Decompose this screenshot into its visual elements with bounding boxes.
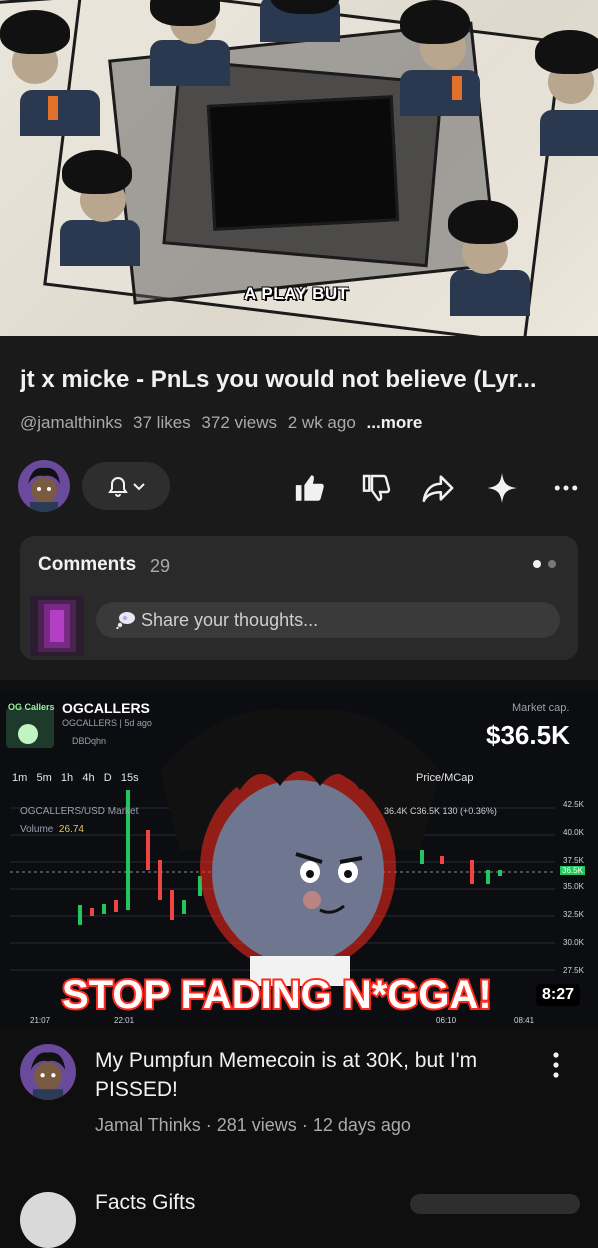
- y-tick: 35.0K: [563, 882, 584, 891]
- volume-row: Volume 26.74: [20, 824, 84, 835]
- thumbs-down-icon: [362, 474, 391, 502]
- x-tick: 21:07: [30, 1016, 51, 1025]
- project-subtitle: OGCALLERS | 5d ago: [62, 718, 152, 728]
- character-figure: [452, 76, 462, 100]
- project-user: DBDqhn: [72, 736, 107, 746]
- more-vertical-icon: [553, 1052, 559, 1078]
- share-button[interactable]: [418, 468, 458, 508]
- video-player[interactable]: A PLAY BUT: [0, 0, 598, 336]
- channel-avatar[interactable]: [20, 1044, 76, 1100]
- character-figure: [450, 270, 530, 316]
- channel-avatar[interactable]: [18, 460, 70, 512]
- more-actions-button[interactable]: [546, 468, 586, 508]
- channel-handle[interactable]: @jamalthinks: [20, 413, 122, 432]
- timeframe-list: 1m 5m 1h 4h D 15s: [12, 772, 139, 784]
- y-tick: 42.5K: [563, 800, 584, 809]
- sparkle-icon: [487, 473, 517, 503]
- character-figure: [400, 0, 470, 44]
- x-tick: 22:01: [114, 1016, 135, 1025]
- character-figure: [60, 220, 140, 266]
- character-figure: [535, 30, 598, 74]
- y-tick: 27.5K: [563, 966, 584, 975]
- share-icon: [422, 475, 454, 503]
- comment-placeholder: Share your thoughts...: [141, 610, 319, 630]
- notification-button[interactable]: [82, 462, 170, 510]
- market-cap-label: Market cap.: [512, 702, 570, 714]
- character-figure: [540, 110, 598, 156]
- logo-text: OG Callers: [8, 702, 55, 712]
- recommended-thumbnail[interactable]: STOP FADING N*GGA! OG Callers OGCALLERS …: [0, 690, 598, 1026]
- ask-ai-button[interactable]: [482, 468, 522, 508]
- view-count: 372 views: [201, 413, 278, 432]
- carousel-dot: [548, 560, 556, 568]
- y-tick: 30.0K: [563, 938, 584, 947]
- video-metadata[interactable]: @jamalthinks 37 likes 372 views 2 wk ago…: [20, 413, 428, 433]
- bell-icon: [108, 477, 145, 497]
- next-video-title[interactable]: Facts Gifts: [95, 1191, 195, 1215]
- recommended-metadata: Jamal Thinks · 281 views · 12 days ago: [95, 1115, 411, 1135]
- thumbs-up-icon: [295, 475, 324, 501]
- character-figure: [0, 10, 70, 54]
- recommended-title[interactable]: My Pumpfun Memecoin is at 30K, but I'm P…: [95, 1046, 525, 1104]
- upload-age: 2 wk ago: [287, 413, 356, 432]
- dislike-button[interactable]: [356, 468, 396, 508]
- character-figure: [150, 0, 220, 26]
- comments-count: 29: [150, 556, 171, 576]
- character-figure: [400, 70, 480, 116]
- price-toggle: Price/MCap: [416, 772, 474, 784]
- comments-title: Comments: [38, 554, 137, 575]
- cartoon-character: [160, 708, 440, 986]
- like-button[interactable]: [290, 468, 330, 508]
- carousel-dot-active: [533, 560, 541, 568]
- character-figure: [448, 200, 518, 244]
- project-name: OGCALLERS: [62, 700, 150, 716]
- thought-bubble-icon: [116, 612, 135, 629]
- character-figure: [48, 96, 58, 120]
- y-tick: 40.0K: [563, 828, 584, 837]
- video-caption: A PLAY BUT: [244, 284, 349, 303]
- more-link[interactable]: ...more: [367, 413, 423, 432]
- y-tick-current: 36.5K: [560, 866, 585, 875]
- user-avatar: [30, 590, 84, 656]
- character-figure: [150, 40, 230, 86]
- video-title[interactable]: jt x micke - PnLs you would not believe …: [20, 366, 585, 394]
- character-figure: [20, 90, 100, 136]
- next-channel-avatar[interactable]: [20, 1192, 76, 1248]
- x-tick: 06:10: [436, 1016, 457, 1025]
- svg-text:STOP FADING N*GGA!: STOP FADING N*GGA!: [62, 973, 492, 1017]
- next-action-button[interactable]: [410, 1194, 580, 1214]
- x-tick: 08:41: [514, 1016, 535, 1025]
- y-tick: 37.5K: [563, 856, 584, 865]
- more-horizontal-icon: [554, 485, 578, 491]
- video-frame-layer: [206, 95, 400, 231]
- ohlc-readout: 36.4K C36.5K 130 (+0.36%): [384, 806, 497, 816]
- pair-label: OGCALLERS/USD Market: [20, 806, 139, 817]
- like-count: 37 likes: [133, 413, 191, 432]
- y-tick: 32.5K: [563, 910, 584, 919]
- recommended-menu-button[interactable]: [548, 1050, 564, 1080]
- market-cap-value: $36.5K: [486, 720, 570, 750]
- video-duration: 8:27: [536, 984, 581, 1006]
- character-figure: [62, 150, 132, 194]
